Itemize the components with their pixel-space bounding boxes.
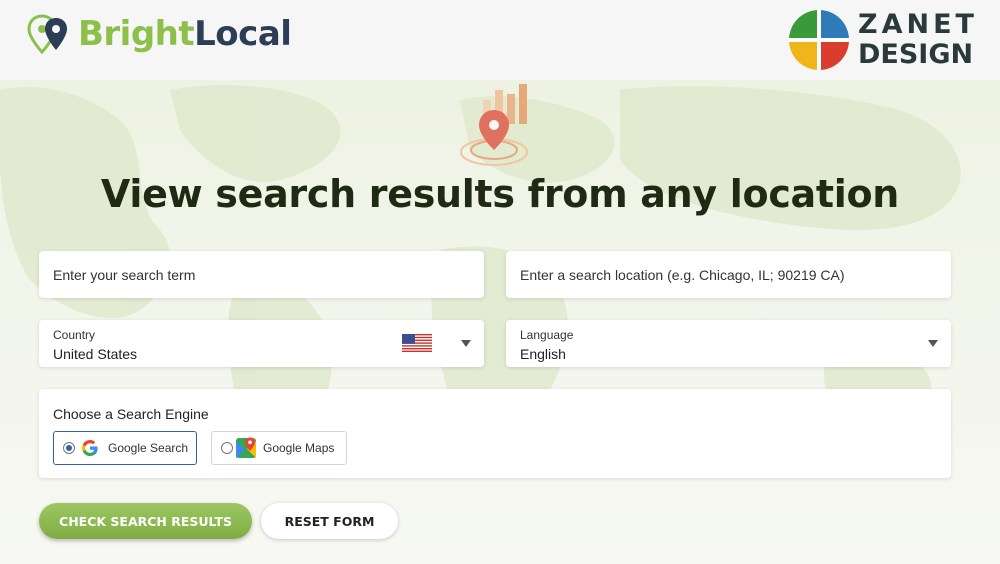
location-ranking-icon bbox=[457, 80, 543, 175]
zanet-wordmark: ZANET bbox=[858, 9, 978, 40]
chevron-down-icon bbox=[461, 340, 471, 347]
country-select[interactable]: Country United States bbox=[39, 320, 484, 367]
top-bar: BrightLocal ZANET DESIGN bbox=[0, 0, 1000, 80]
brand-name-local: Local bbox=[194, 14, 292, 54]
language-value: English bbox=[520, 346, 566, 362]
search-engine-panel: Choose a Search Engine Google Search Goo… bbox=[39, 389, 951, 478]
radio-button[interactable] bbox=[63, 442, 75, 454]
zanet-design-logo: ZANET DESIGN bbox=[788, 9, 978, 71]
brightlocal-logo[interactable]: BrightLocal bbox=[26, 12, 292, 56]
brand-name-bright: Bright bbox=[78, 14, 195, 54]
language-select[interactable]: Language English bbox=[506, 320, 951, 367]
search-term-input[interactable] bbox=[39, 251, 484, 298]
engine-option-google-maps[interactable]: Google Maps bbox=[211, 431, 347, 465]
google-maps-icon bbox=[236, 437, 256, 458]
engine-option-google-search[interactable]: Google Search bbox=[53, 431, 197, 465]
design-wordmark: DESIGN bbox=[858, 39, 974, 70]
check-search-results-button[interactable]: CHECK SEARCH RESULTS bbox=[39, 503, 252, 539]
engine-option-label: Google Search bbox=[108, 441, 189, 455]
search-location-input[interactable] bbox=[506, 251, 951, 298]
reset-form-button[interactable]: RESET FORM bbox=[261, 503, 398, 539]
page-headline: View search results from any location bbox=[100, 172, 900, 216]
search-engine-title: Choose a Search Engine bbox=[53, 406, 209, 422]
chevron-down-icon bbox=[928, 340, 938, 347]
radio-button[interactable] bbox=[221, 442, 233, 454]
us-flag-icon bbox=[402, 334, 432, 352]
country-label: Country bbox=[53, 328, 96, 342]
language-label: Language bbox=[520, 328, 574, 342]
location-pin-logo-icon bbox=[27, 14, 67, 55]
zanet-quadrant-icon bbox=[789, 10, 849, 70]
country-value: United States bbox=[53, 346, 138, 362]
google-icon bbox=[82, 440, 98, 456]
engine-option-label: Google Maps bbox=[263, 441, 335, 455]
